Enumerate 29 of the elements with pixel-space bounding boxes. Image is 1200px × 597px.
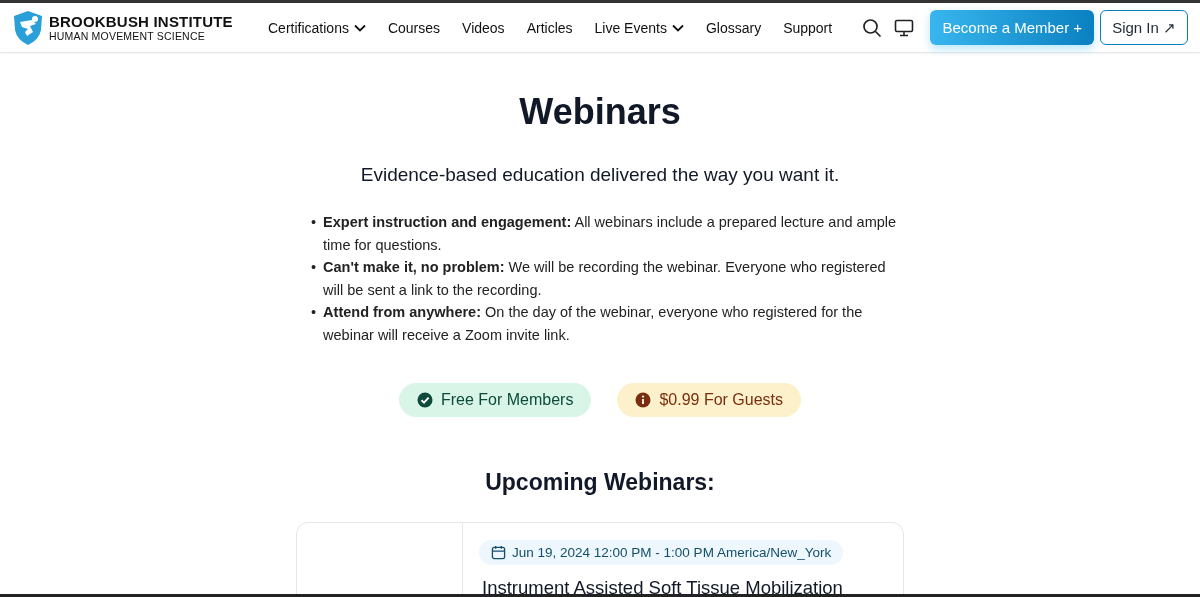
- bullet-marker: •: [311, 213, 317, 232]
- bullet-text: Expert instruction and engagement: All webinars include a prepared lecture and ample time for questions.: [323, 213, 898, 255]
- sign-in-button[interactable]: Sign In ↗: [1100, 10, 1188, 45]
- nav-link[interactable]: Glossary: [705, 19, 762, 36]
- page-subtitle: Evidence-based education delivered the way you want it.: [360, 164, 840, 186]
- date-text: Jun 19, 2024 12:00 PM - 1:00 PM America/New_York: [512, 545, 832, 560]
- bullet-text: Attend from anywhere: On the day of the webinar, everyone who registered for the webinar will receive a Zoom invite link.: [323, 303, 864, 345]
- info-circle-icon: [635, 392, 652, 408]
- nav-link[interactable]: Videos: [462, 19, 505, 36]
- search-icon[interactable]: [862, 17, 883, 38]
- badge-label: $0.99 For Guests: [659, 391, 784, 409]
- check-circle-icon: [416, 392, 433, 408]
- bullet-marker: •: [311, 303, 317, 322]
- page-title: Webinars: [519, 91, 681, 133]
- nav-link[interactable]: Certifications: [268, 19, 366, 36]
- nav-link[interactable]: Support: [783, 19, 833, 36]
- brand-tagline: HUMAN MOVEMENT SCIENCE: [49, 30, 206, 42]
- calendar-icon: [491, 545, 506, 560]
- shield-logo-icon: [12, 9, 44, 46]
- bullet-marker: •: [311, 258, 317, 277]
- badge-label: Free For Members: [440, 391, 574, 409]
- nav-link[interactable]: Live Events: [594, 19, 684, 36]
- monitor-icon[interactable]: [894, 17, 915, 38]
- section-heading: Upcoming Webinars:: [485, 469, 715, 496]
- nav-link[interactable]: Courses: [387, 19, 441, 36]
- nav-link[interactable]: Articles: [526, 19, 573, 36]
- brand-name[interactable]: BROOKBUSH INSTITUTE: [49, 13, 233, 29]
- bullet-text: Can't make it, no problem: We will be recording the webinar. Everyone who registered will be sent a link to the recording.: [323, 258, 887, 300]
- webinar-title[interactable]: Instrument Assisted Soft Tissue Mobilization: [482, 577, 903, 594]
